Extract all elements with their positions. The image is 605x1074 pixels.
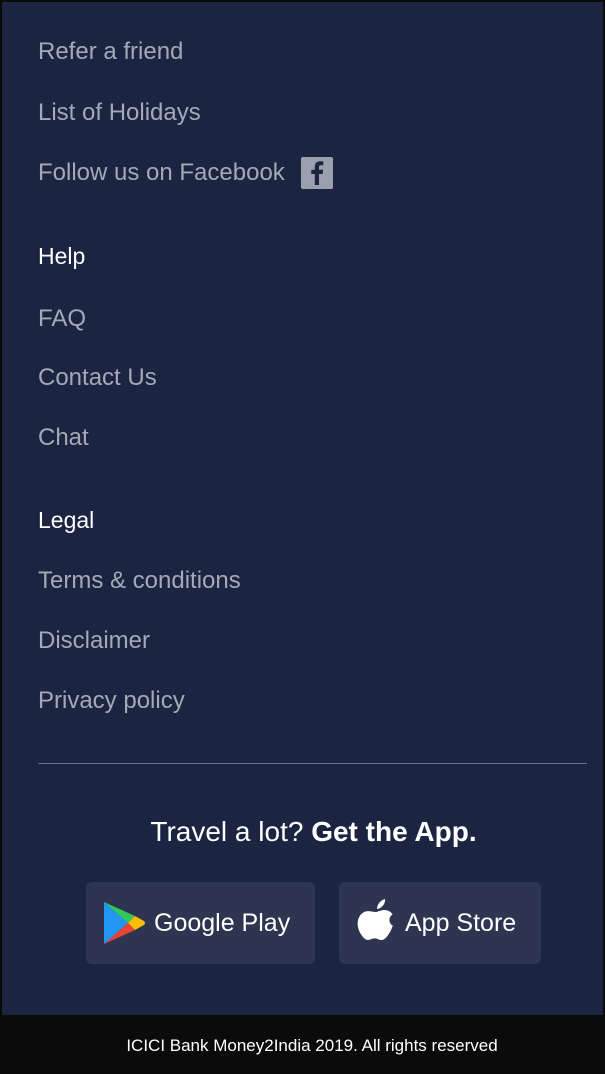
contact-us-link[interactable]: Contact Us xyxy=(38,363,157,393)
facebook-icon[interactable] xyxy=(300,157,333,189)
google-play-label: Google Play xyxy=(154,908,291,937)
app-store-label: App Store xyxy=(405,908,517,937)
disclaimer-link[interactable]: Disclaimer xyxy=(38,626,150,656)
google-play-icon xyxy=(104,902,145,944)
divider xyxy=(38,763,587,764)
app-promo-text: Travel a lot? Get the App. xyxy=(2,812,603,852)
list-of-holidays-link[interactable]: List of Holidays xyxy=(38,98,201,128)
app-store-button[interactable]: App Store xyxy=(339,882,541,964)
privacy-policy-link[interactable]: Privacy policy xyxy=(38,686,185,716)
legal-heading: Legal xyxy=(38,507,95,533)
faq-link[interactable]: FAQ xyxy=(38,304,86,334)
copyright-text: ICICI Bank Money2India 2019. All rights … xyxy=(126,1036,498,1055)
apple-icon xyxy=(357,899,393,940)
follow-facebook-link[interactable]: Follow us on Facebook xyxy=(38,157,333,189)
google-play-button[interactable]: Google Play xyxy=(86,882,315,964)
app-promo-lead: Travel a lot? xyxy=(150,816,304,847)
help-heading: Help xyxy=(38,243,86,269)
refer-friend-link[interactable]: Refer a friend xyxy=(38,37,183,67)
footer-panel: Refer a friend List of Holidays Follow u… xyxy=(0,0,605,1074)
follow-facebook-label: Follow us on Facebook xyxy=(38,159,285,186)
terms-link[interactable]: Terms & conditions xyxy=(38,566,241,596)
chat-link[interactable]: Chat xyxy=(38,423,89,453)
app-promo-strong: Get the App. xyxy=(311,816,477,847)
